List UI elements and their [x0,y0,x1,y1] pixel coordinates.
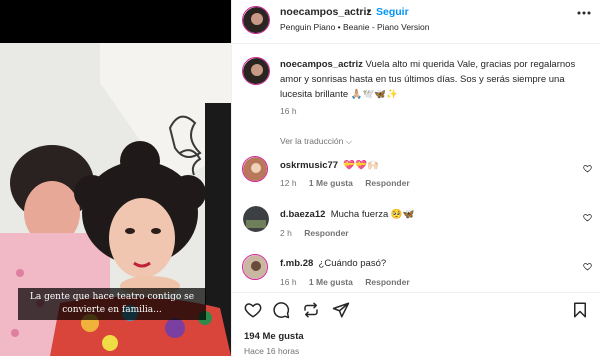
comment-meta: 2 h Responder [280,228,349,238]
avatar[interactable] [242,57,270,85]
comment-username[interactable]: oskrmusic77 [280,160,338,171]
comment-body: Mucha fuerza 🥺🦋 [330,209,415,220]
heart-icon[interactable] [583,164,592,173]
caption-username[interactable]: noecampos_actriz [280,59,363,70]
comment-body: 💝💝🙌🏻 [343,160,379,171]
comment-username[interactable]: f.mb.28 [280,258,313,269]
comment-icon[interactable] [272,301,290,319]
action-bar [232,292,600,324]
avatar[interactable] [242,6,270,34]
comment-text: f.mb.28 ¿Cuándo pasó? [280,258,386,269]
caption-text: noecampos_actriz Vuela alto mi querida V… [280,57,586,102]
comment-meta: 12 h 1 Me gusta Responder [280,178,410,188]
comment-username[interactable]: d.baeza12 [280,209,325,220]
share-icon[interactable] [332,301,350,319]
avatar[interactable] [243,206,269,232]
comment-body: ¿Cuándo pasó? [318,258,387,269]
post-timestamp: Hace 16 horas [244,346,300,356]
repost-icon[interactable] [302,301,320,319]
caption-timestamp[interactable]: 16 h [280,106,297,116]
music-attribution[interactable]: Penguin Piano • Beanie - Piano Version [280,22,429,32]
more-horizontal-icon[interactable] [577,11,591,15]
comment-meta: 16 h 1 Me gusta Responder [280,277,410,287]
post-details-panel: noecampos_actriz • Seguir Penguin Piano … [231,0,600,356]
comment-text: oskrmusic77 💝💝🙌🏻 [280,160,379,171]
comment-time[interactable]: 16 h [280,277,297,287]
avatar[interactable] [242,156,268,182]
comment-likes[interactable]: 1 Me gusta [309,277,353,287]
comment-time[interactable]: 2 h [280,228,292,238]
media-overlay-text: La gente que hace teatro contigo se conv… [18,288,206,320]
comment-likes[interactable]: 1 Me gusta [309,178,353,188]
bookmark-icon[interactable] [571,301,589,319]
reply-button[interactable]: Responder [304,228,348,238]
post-header: noecampos_actriz • Seguir Penguin Piano … [232,0,600,44]
follow-button[interactable]: Seguir [376,6,409,18]
header-separator: • [367,6,371,17]
heart-icon[interactable] [583,262,592,271]
reply-button[interactable]: Responder [365,277,409,287]
comment-text: d.baeza12 Mucha fuerza 🥺🦋 [280,209,415,220]
header-username[interactable]: noecampos_actriz [280,6,372,18]
heart-icon[interactable] [583,213,592,222]
post-media[interactable]: La gente que hace teatro contigo se conv… [0,0,231,356]
see-translation-link[interactable]: Ver la traducción ⌵ [280,136,352,147]
heart-icon[interactable] [244,301,262,319]
avatar[interactable] [242,254,268,280]
reply-button[interactable]: Responder [365,178,409,188]
comment-time[interactable]: 12 h [280,178,297,188]
likes-count[interactable]: 194 Me gusta [244,331,304,342]
